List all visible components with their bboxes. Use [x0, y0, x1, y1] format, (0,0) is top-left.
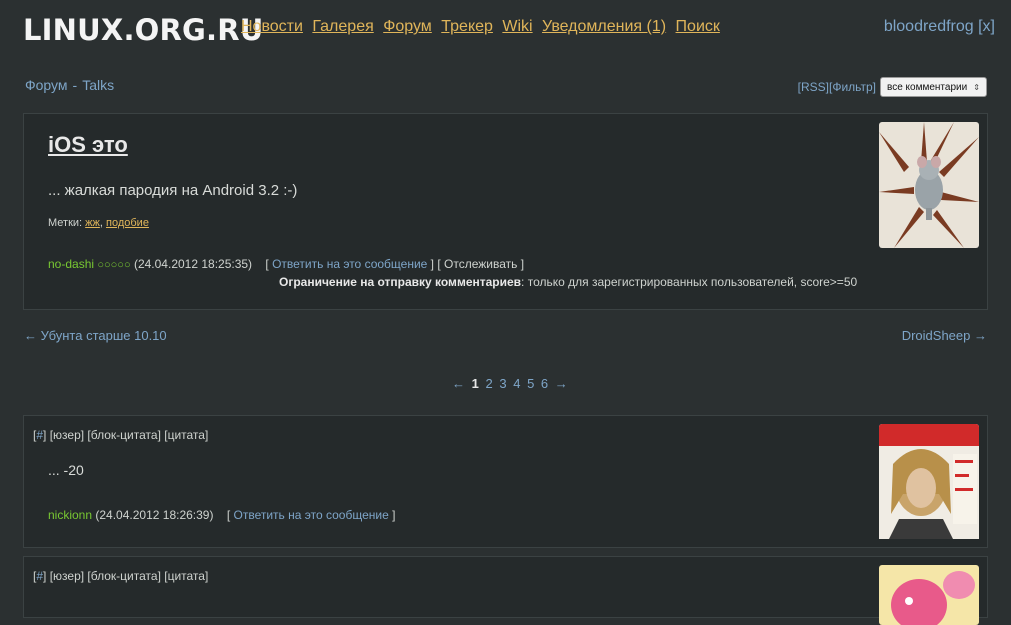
comment-reply-link[interactable]: Ответить на это сообщение	[234, 508, 389, 522]
comment-user-action[interactable]: юзер	[53, 428, 81, 442]
breadcrumb: Форум - Talks	[25, 77, 114, 93]
comment-restriction: Ограничение на отправку комментариев: то…	[279, 275, 857, 289]
comment-author-avatar[interactable]	[879, 424, 979, 550]
breadcrumb-separator: -	[72, 77, 78, 93]
comment-blockquote-action[interactable]: блок-цитата	[91, 428, 158, 442]
tag-link[interactable]: подобие	[106, 217, 149, 229]
nav-tracker[interactable]: Трекер	[441, 18, 493, 35]
comment-anchor-link[interactable]: #	[36, 428, 43, 442]
breadcrumb-forum[interactable]: Форум	[25, 77, 68, 93]
comment-actions: [#] [юзер] [блок-цитата] [цитата]	[33, 428, 209, 442]
reply-link[interactable]: Ответить на это сообщение	[272, 257, 427, 271]
nav-search[interactable]: Поиск	[676, 18, 720, 35]
topic-tools: [RSS] [Фильтр] все комментарии ⇕	[798, 77, 987, 97]
rss-link[interactable]: [RSS]	[798, 80, 829, 94]
prev-topic-link[interactable]: ← Убунта старше 10.10	[24, 328, 167, 343]
username-link[interactable]: bloodredfrog	[884, 18, 974, 35]
track-link[interactable]: Отслеживать	[444, 257, 517, 271]
pagination: ← 1 2 3 4 5 6 →	[452, 376, 571, 391]
comment-actions: [#] [юзер] [блок-цитата] [цитата]	[33, 569, 209, 583]
next-topic-link[interactable]: DroidSheep →	[902, 328, 987, 343]
comment-user-action[interactable]: юзер	[53, 569, 81, 583]
topic-tags: Метки: жж, подобие	[48, 217, 149, 229]
comment-author-avatar[interactable]	[879, 565, 979, 625]
nav-gallery[interactable]: Галерея	[312, 18, 373, 35]
pager-page[interactable]: 4	[513, 376, 520, 391]
tags-label: Метки:	[48, 217, 83, 229]
pager-next[interactable]: →	[555, 376, 568, 391]
author-avatar[interactable]	[879, 122, 979, 248]
comment-date: (24.04.2012 18:26:39)	[95, 508, 214, 522]
pager-prev[interactable]: ←	[452, 376, 465, 391]
topic-body: ... жалкая пародия на Android 3.2 :-)	[48, 182, 298, 199]
comment-blockquote-action[interactable]: блок-цитата	[91, 569, 158, 583]
nav-wiki[interactable]: Wiki	[502, 18, 532, 35]
author-stars: ○○○○○	[97, 259, 131, 271]
pager-page[interactable]: 5	[527, 376, 534, 391]
filter-link[interactable]: [Фильтр]	[829, 80, 876, 94]
tag-link[interactable]: жж	[85, 217, 100, 229]
nav-news[interactable]: Новости	[241, 18, 303, 35]
comment-quote-action[interactable]: цитата	[168, 428, 205, 442]
comment-meta: nickionn (24.04.2012 18:26:39) [ Ответит…	[48, 508, 396, 522]
nav-forum[interactable]: Форум	[383, 18, 432, 35]
comment-filter-select[interactable]: все комментарии ⇕	[880, 77, 987, 97]
pager-page[interactable]: 2	[485, 376, 492, 391]
author-link[interactable]: no-dashi	[48, 257, 94, 271]
topic-date: (24.04.2012 18:25:35)	[133, 257, 253, 271]
comment: [#] [юзер] [блок-цитата] [цитата] ... -2…	[23, 415, 988, 548]
header: LINUX.ORG.RU Новости Галерея Форум Треке…	[0, 0, 1011, 60]
topic-panel: iOS это ... жалкая пародия на Android 3.…	[23, 113, 988, 310]
comment-body: ... -20	[48, 462, 84, 478]
user-box: bloodredfrog [x]	[884, 18, 995, 36]
breadcrumb-talks[interactable]: Talks	[82, 77, 114, 93]
comment-author-link[interactable]: nickionn	[48, 508, 92, 522]
chevron-updown-icon: ⇕	[973, 82, 980, 92]
logout-link[interactable]: [x]	[978, 18, 995, 35]
restriction-label: Ограничение на отправку комментариев	[279, 275, 522, 289]
pager-page[interactable]: 3	[499, 376, 506, 391]
topic-title[interactable]: iOS это	[48, 132, 128, 158]
comment: [#] [юзер] [блок-цитата] [цитата]	[23, 556, 988, 625]
site-logo[interactable]: LINUX.ORG.RU	[23, 13, 264, 47]
topic-meta: no-dashi ○○○○○ (24.04.2012 18:25:35) [ О…	[48, 257, 525, 271]
comment-filter-value: все комментарии	[887, 81, 968, 93]
comment-quote-action[interactable]: цитата	[168, 569, 205, 583]
main-nav: Новости Галерея Форум Трекер Wiki Уведом…	[241, 18, 725, 36]
restriction-text: : только для зарегистрированных пользова…	[521, 275, 858, 289]
pager-page-current: 1	[471, 376, 479, 391]
nav-notifications[interactable]: Уведомления (1)	[542, 18, 666, 35]
comment-anchor-link[interactable]: #	[36, 569, 43, 583]
pager-page[interactable]: 6	[541, 376, 548, 391]
